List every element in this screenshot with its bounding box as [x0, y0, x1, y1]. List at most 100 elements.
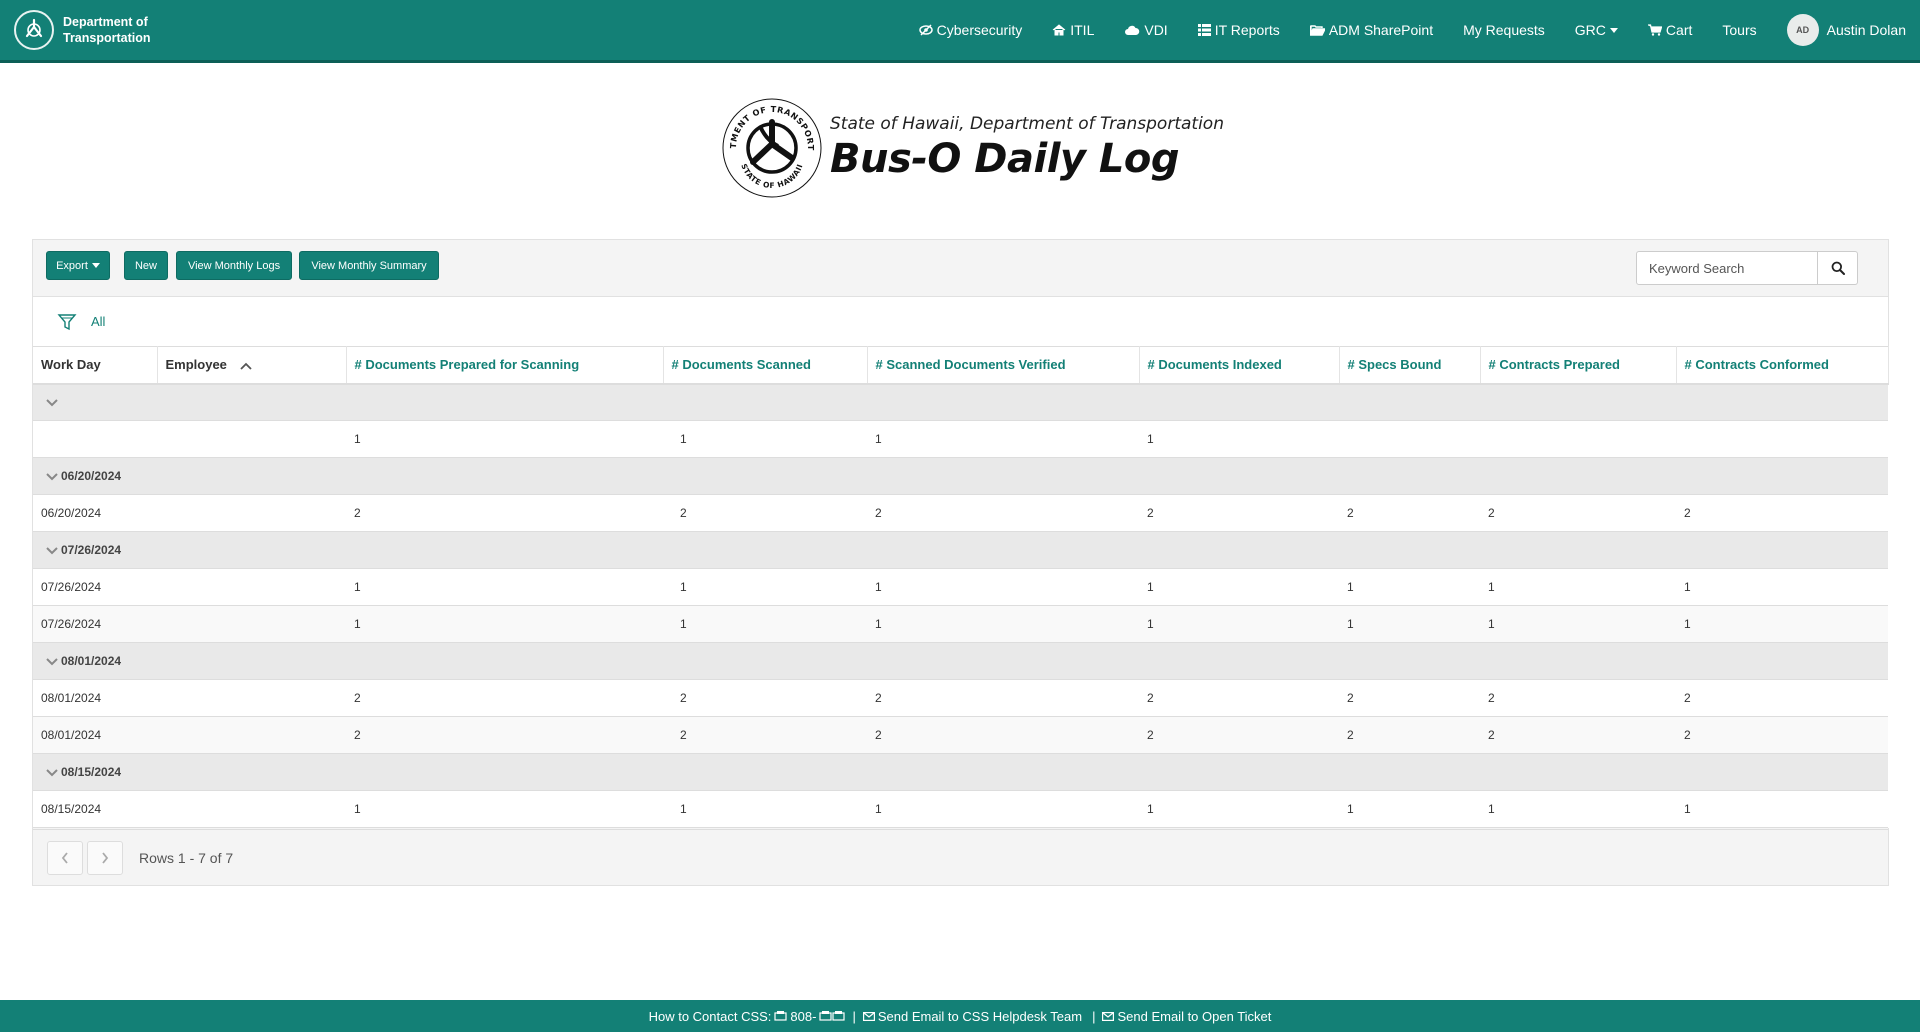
- footer-phone: 808-: [790, 1008, 817, 1024]
- cell-docs-verified: 2: [867, 494, 1139, 532]
- home-icon: [1052, 24, 1066, 36]
- next-page-button[interactable]: [87, 840, 123, 875]
- nav-item-cart[interactable]: Cart: [1647, 22, 1692, 38]
- view-monthly-logs-button[interactable]: View Monthly Logs: [176, 251, 292, 280]
- view-monthly-summary-label: View Monthly Summary: [311, 259, 427, 272]
- view-monthly-summary-button[interactable]: View Monthly Summary: [299, 251, 439, 280]
- column-header-docs-prepared[interactable]: # Documents Prepared for Scanning: [346, 346, 664, 385]
- phone-icon: [819, 1011, 833, 1021]
- table-row[interactable]: 06/20/2024 2 2 2 2 2 2 2: [33, 494, 1888, 532]
- page-header: DEPARTMENT OF TRANSPORTATION STATE OF HA…: [720, 96, 1224, 200]
- nav-item-cybersecurity[interactable]: Cybersecurity: [918, 22, 1022, 38]
- group-header[interactable]: 08/01/2024: [33, 642, 1888, 680]
- table-row[interactable]: 07/26/2024 1 1 1 1 1 1 1: [33, 605, 1888, 643]
- cell-employee: [157, 605, 346, 643]
- cell-docs-indexed: 1: [1139, 605, 1339, 643]
- filter-view-all[interactable]: All: [91, 314, 105, 329]
- filter-icon[interactable]: [57, 312, 77, 332]
- cell-docs-indexed: 1: [1139, 790, 1339, 828]
- table-body: 1 1 1 1 06/20/2024 06/20/2024 2 2 2 2 2: [33, 383, 1888, 828]
- footer: How to Contact CSS: 808- | Send Email to…: [0, 1000, 1920, 1032]
- group-header[interactable]: [33, 383, 1888, 421]
- search-button[interactable]: [1818, 251, 1858, 285]
- cell-contracts-conformed: 2: [1676, 716, 1888, 754]
- cell-work-day[interactable]: [33, 420, 157, 458]
- cell-specs-bound: 1: [1339, 568, 1480, 606]
- cell-docs-scanned: 1: [663, 420, 867, 458]
- cell-docs-verified: 1: [867, 605, 1139, 643]
- group-header[interactable]: 08/15/2024: [33, 753, 1888, 791]
- keyword-search: [1636, 251, 1872, 285]
- cell-employee: [157, 568, 346, 606]
- nav-label-it-reports: IT Reports: [1214, 22, 1280, 38]
- column-header-specs-bound[interactable]: # Specs Bound: [1339, 346, 1481, 385]
- cell-specs-bound: 1: [1339, 605, 1480, 643]
- cell-contracts-prepared: 2: [1480, 716, 1676, 754]
- cell-employee: [157, 716, 346, 754]
- column-header-docs-indexed[interactable]: # Documents Indexed: [1139, 346, 1340, 385]
- cell-docs-scanned: 2: [663, 494, 867, 532]
- nav-item-itil[interactable]: ITIL: [1052, 22, 1094, 38]
- cell-docs-indexed: 2: [1139, 716, 1339, 754]
- table-row[interactable]: 08/15/2024 1 1 1 1 1 1 1: [33, 790, 1888, 828]
- table-row[interactable]: 08/01/2024 2 2 2 2 2 2 2: [33, 679, 1888, 717]
- email-open-ticket-link[interactable]: Send Email to Open Ticket: [1117, 1009, 1271, 1024]
- new-button[interactable]: New: [124, 251, 168, 280]
- cell-employee: [157, 679, 346, 717]
- group-header[interactable]: 07/26/2024: [33, 531, 1888, 569]
- cell-work-day[interactable]: 07/26/2024: [33, 568, 157, 606]
- cell-work-day[interactable]: 07/26/2024: [33, 605, 157, 643]
- list-icon: [1197, 24, 1211, 36]
- column-header-contracts-prepared[interactable]: # Contracts Prepared: [1480, 346, 1677, 385]
- nav-item-grc[interactable]: GRC: [1575, 22, 1618, 38]
- cell-work-day[interactable]: 08/01/2024: [33, 679, 157, 717]
- cell-docs-prepared: 2: [346, 494, 663, 532]
- cell-docs-indexed: 1: [1139, 568, 1339, 606]
- nav-menu: Cybersecurity ITIL VDI IT Reports ADM Sh…: [889, 0, 1906, 60]
- cell-docs-verified: 2: [867, 679, 1139, 717]
- user-menu[interactable]: AD Austin Dolan: [1786, 14, 1906, 46]
- chevron-right-icon: [102, 851, 109, 864]
- brand-line-1: Department of: [63, 15, 148, 29]
- nav-item-adm-sharepoint[interactable]: ADM SharePoint: [1309, 22, 1433, 38]
- nav-item-vdi[interactable]: VDI: [1124, 22, 1168, 38]
- group-label: 08/15/2024: [61, 765, 122, 779]
- group-label: 06/20/2024: [61, 469, 122, 483]
- nav-label-vdi: VDI: [1144, 22, 1168, 38]
- group-row[interactable]: 06/20/2024: [33, 457, 1888, 495]
- nav-item-my-requests[interactable]: My Requests: [1463, 22, 1545, 38]
- cell-docs-scanned: 1: [663, 605, 867, 643]
- phone-icon: [774, 1011, 788, 1021]
- group-row[interactable]: [33, 383, 1888, 421]
- table-row[interactable]: 07/26/2024 1 1 1 1 1 1 1: [33, 568, 1888, 606]
- brand[interactable]: Department of Transportation: [14, 10, 151, 50]
- export-button[interactable]: Export: [46, 251, 110, 280]
- group-row[interactable]: 08/01/2024: [33, 642, 1888, 680]
- pagination: Rows 1 - 7 of 7: [33, 829, 1888, 885]
- cell-contracts-conformed: 2: [1676, 494, 1888, 532]
- cell-work-day[interactable]: 08/15/2024: [33, 790, 157, 828]
- cell-employee: [157, 420, 346, 458]
- cell-work-day[interactable]: 06/20/2024: [33, 494, 157, 532]
- footer-contact-label: How to Contact CSS:: [648, 1008, 772, 1024]
- column-header-docs-verified[interactable]: # Scanned Documents Verified: [867, 346, 1140, 385]
- column-header-work-day[interactable]: Work Day: [33, 346, 158, 385]
- table-row[interactable]: 08/01/2024 2 2 2 2 2 2 2: [33, 716, 1888, 754]
- search-input[interactable]: [1636, 251, 1818, 285]
- cell-contracts-prepared: 2: [1480, 494, 1676, 532]
- group-row[interactable]: 07/26/2024: [33, 531, 1888, 569]
- cell-work-day[interactable]: 08/01/2024: [33, 716, 157, 754]
- table-row[interactable]: 1 1 1 1: [33, 420, 1888, 458]
- cell-docs-prepared: 1: [346, 790, 663, 828]
- nav-item-it-reports[interactable]: IT Reports: [1197, 22, 1280, 38]
- nav-item-tours[interactable]: Tours: [1722, 22, 1756, 38]
- column-header-contracts-conformed[interactable]: # Contracts Conformed: [1676, 346, 1889, 385]
- group-header[interactable]: 06/20/2024: [33, 457, 1888, 495]
- chevron-down-icon: [46, 769, 58, 777]
- column-header-employee[interactable]: Employee: [157, 346, 347, 385]
- column-header-docs-scanned[interactable]: # Documents Scanned: [663, 346, 868, 385]
- email-helpdesk-link[interactable]: Send Email to CSS Helpdesk Team: [878, 1009, 1082, 1024]
- chevron-left-icon: [61, 851, 68, 864]
- previous-page-button[interactable]: [47, 840, 83, 875]
- group-row[interactable]: 08/15/2024: [33, 753, 1888, 791]
